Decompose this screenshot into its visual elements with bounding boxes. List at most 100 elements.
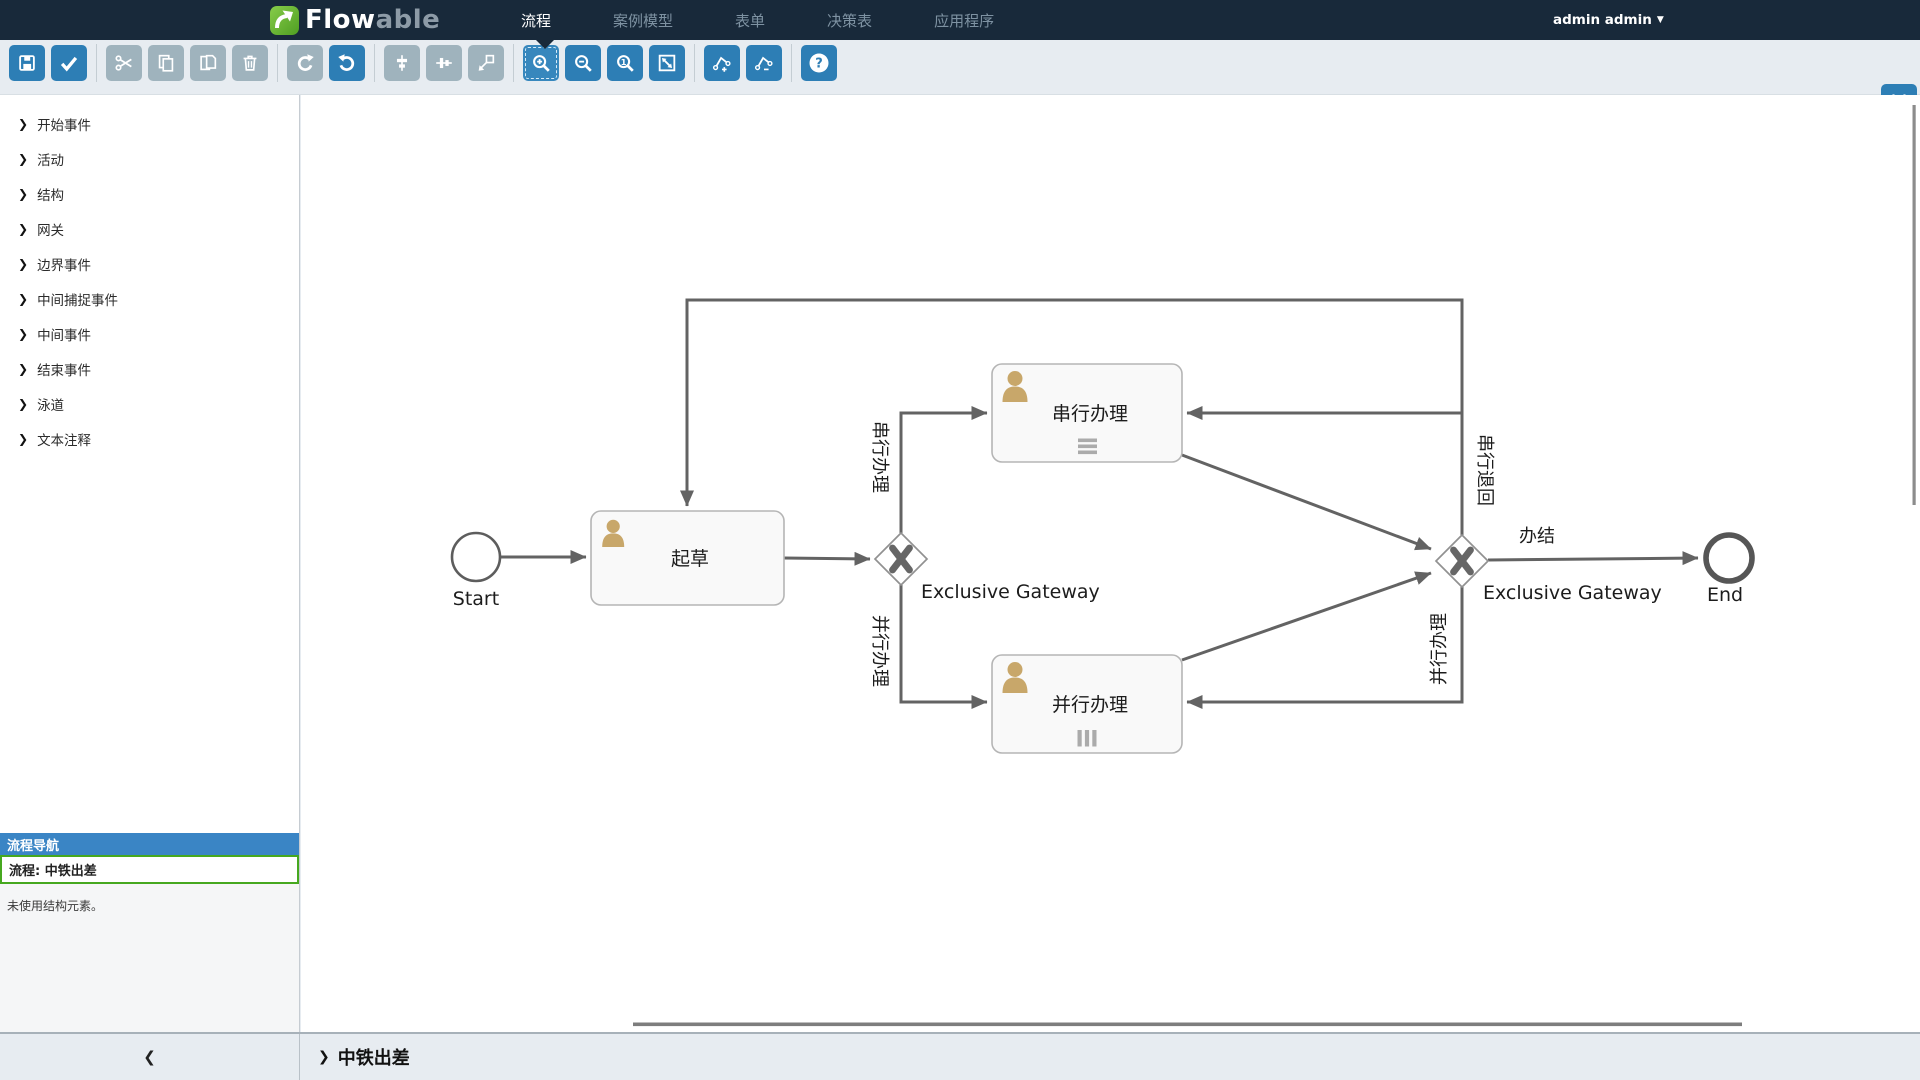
edge-label-parallel-branch: 并行办理: [869, 615, 890, 687]
flowable-logo-icon: [270, 6, 299, 35]
palette-group-intermediate-events[interactable]: ❯中间事件: [18, 324, 91, 344]
remove-bendpoint-button[interactable]: [746, 45, 782, 81]
edge-label-serial-return: 串行退回: [1474, 434, 1495, 506]
align-horizontal-button[interactable]: [426, 45, 462, 81]
copy-button[interactable]: [148, 45, 184, 81]
toolbar-separator: [513, 44, 514, 82]
end-event-node[interactable]: End: [1706, 535, 1752, 606]
cut-button[interactable]: [106, 45, 142, 81]
svg-text:1: 1: [621, 57, 627, 67]
zoom-in-button[interactable]: [523, 45, 559, 81]
process-breadcrumb[interactable]: ❯ 中铁出差: [318, 1034, 410, 1080]
palette-group-gateways[interactable]: ❯网关: [18, 219, 64, 239]
start-event-node[interactable]: Start: [452, 533, 500, 610]
zoom-actual-icon: 1: [614, 52, 636, 74]
paste-button[interactable]: [190, 45, 226, 81]
zoom-out-icon: [572, 52, 594, 74]
add-bendpoint-button[interactable]: [704, 45, 740, 81]
process-navigator-current-process[interactable]: 流程: 中铁出差: [0, 855, 299, 884]
palette-group-activities[interactable]: ❯活动: [18, 149, 64, 169]
help-button[interactable]: ?: [801, 45, 837, 81]
chevron-right-icon: ❯: [18, 257, 28, 271]
redo-button[interactable]: [287, 45, 323, 81]
delete-icon: [239, 52, 261, 74]
flow-gateway2-to-end[interactable]: [1488, 558, 1698, 560]
chevron-right-icon: ❯: [18, 327, 28, 341]
chevron-right-icon: ❯: [18, 362, 28, 376]
chevron-right-icon: ❯: [18, 222, 28, 236]
validate-button[interactable]: [51, 45, 87, 81]
align-horizontal-icon: [433, 52, 455, 74]
edge-label-serial-branch: 串行办理: [869, 421, 890, 493]
tab-case-models[interactable]: 案例模型: [607, 10, 679, 31]
same-size-button[interactable]: [468, 45, 504, 81]
process-navigator-note: 未使用结构元素。: [0, 884, 299, 914]
palette-group-boundary-events[interactable]: ❯边界事件: [18, 254, 91, 274]
chevron-right-icon: ❯: [318, 1049, 330, 1065]
start-event-label: Start: [453, 588, 499, 610]
add-bendpoint-icon: [711, 52, 733, 74]
main-nav-tabs: 流程 案例模型 表单 决策表 应用程序: [515, 0, 1000, 40]
save-icon: [16, 52, 38, 74]
toolbar-separator: [694, 44, 695, 82]
help-icon: ?: [807, 51, 831, 75]
shape-palette-sidebar: ❯开始事件 ❯活动 ❯结构 ❯网关 ❯边界事件 ❯中间捕捉事件 ❯中间事件 ❯结…: [0, 95, 300, 1032]
flow-serial-to-gateway2[interactable]: [1182, 455, 1431, 549]
palette-group-swimlanes[interactable]: ❯泳道: [18, 394, 64, 414]
horizontal-scrollbar[interactable]: [633, 1023, 1742, 1027]
toolbar-separator: [96, 44, 97, 82]
user-name: admin admin: [1553, 12, 1652, 28]
parallel-task-node[interactable]: 并行办理: [992, 655, 1182, 753]
gateway1-label: Exclusive Gateway: [921, 581, 1100, 603]
palette-group-start-events[interactable]: ❯开始事件: [18, 114, 91, 134]
flowable-logo: Flowable: [270, 5, 440, 35]
copy-icon: [155, 52, 177, 74]
serial-task-node[interactable]: 串行办理: [992, 364, 1182, 462]
tab-forms[interactable]: 表单: [729, 10, 771, 31]
parallel-task-label: 并行办理: [1052, 694, 1128, 716]
sequence-flows: [501, 300, 1698, 702]
tab-decision-tables[interactable]: 决策表: [821, 10, 878, 31]
process-navigator-title: 流程导航: [0, 833, 299, 855]
palette-collapse-area: ❮: [0, 1034, 300, 1080]
zoom-fit-icon: [656, 52, 678, 74]
chevron-right-icon: ❯: [18, 397, 28, 411]
paste-icon: [197, 52, 219, 74]
zoom-fit-button[interactable]: [649, 45, 685, 81]
toolbar-separator: [791, 44, 792, 82]
redo-icon: [294, 52, 316, 74]
palette-group-intermediate-catching-events[interactable]: ❯中间捕捉事件: [18, 289, 118, 309]
chevron-down-icon: ▼: [1657, 15, 1664, 25]
flow-parallel-to-gateway2[interactable]: [1182, 573, 1431, 660]
edge-label-complete: 办结: [1519, 526, 1555, 547]
end-event-label: End: [1707, 584, 1743, 606]
delete-button[interactable]: [232, 45, 268, 81]
palette-group-structural[interactable]: ❯结构: [18, 184, 64, 204]
palette-group-text-annotation[interactable]: ❯文本注释: [18, 429, 91, 449]
tab-apps[interactable]: 应用程序: [928, 10, 1000, 31]
active-tab-caret: [536, 40, 554, 49]
serial-task-label: 串行办理: [1052, 403, 1128, 425]
svg-text:?: ?: [815, 57, 823, 72]
flow-draft-to-gateway1[interactable]: [784, 558, 870, 559]
flow-gateway1-to-serial[interactable]: [901, 413, 987, 533]
align-vertical-button[interactable]: [384, 45, 420, 81]
palette-group-end-events[interactable]: ❯结束事件: [18, 359, 91, 379]
zoom-actual-button[interactable]: 1: [607, 45, 643, 81]
exclusive-gateway1-node[interactable]: Exclusive Gateway: [875, 533, 1100, 603]
process-title: 中铁出差: [338, 1044, 410, 1070]
chevron-right-icon: ❯: [18, 432, 28, 446]
align-vertical-icon: [391, 52, 413, 74]
tab-processes[interactable]: 流程: [515, 10, 557, 31]
save-button[interactable]: [9, 45, 45, 81]
collapse-sidebar-chevron-icon[interactable]: ❮: [143, 1048, 156, 1066]
zoom-out-button[interactable]: [565, 45, 601, 81]
bpmn-canvas[interactable]: 串行办理 并行办理 串行退回 并行办理 办结 Start 起草 串行办理 并行办…: [301, 95, 1920, 1032]
undo-button[interactable]: [329, 45, 365, 81]
draft-task-node[interactable]: 起草: [591, 511, 784, 605]
user-menu[interactable]: admin admin ▼: [1553, 0, 1664, 40]
validate-check-icon: [58, 52, 80, 74]
bottom-bar: ❮ ❯ 中铁出差: [0, 1032, 1920, 1080]
vertical-scrollbar[interactable]: [1913, 105, 1916, 505]
zoom-in-icon: [530, 52, 552, 74]
